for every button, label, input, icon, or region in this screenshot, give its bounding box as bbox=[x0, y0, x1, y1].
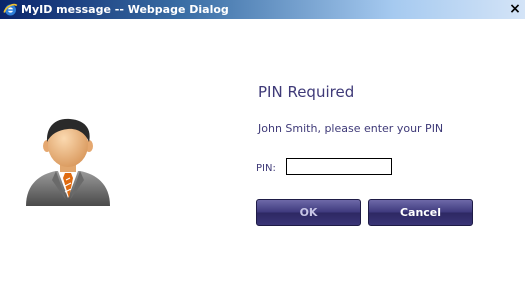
cancel-button[interactable]: Cancel bbox=[368, 199, 473, 226]
user-avatar-icon bbox=[22, 118, 114, 206]
title-bar: MyID message -- Webpage Dialog × bbox=[0, 0, 525, 19]
ok-button[interactable]: OK bbox=[256, 199, 361, 226]
pin-input[interactable] bbox=[286, 158, 392, 175]
ie-icon[interactable] bbox=[3, 2, 18, 17]
dialog-heading: PIN Required bbox=[258, 83, 355, 101]
window-title: MyID message -- Webpage Dialog bbox=[21, 3, 229, 16]
pin-prompt-text: John Smith, please enter your PIN bbox=[258, 122, 444, 135]
pin-label: PIN: bbox=[256, 163, 276, 174]
close-button[interactable]: × bbox=[507, 1, 523, 17]
